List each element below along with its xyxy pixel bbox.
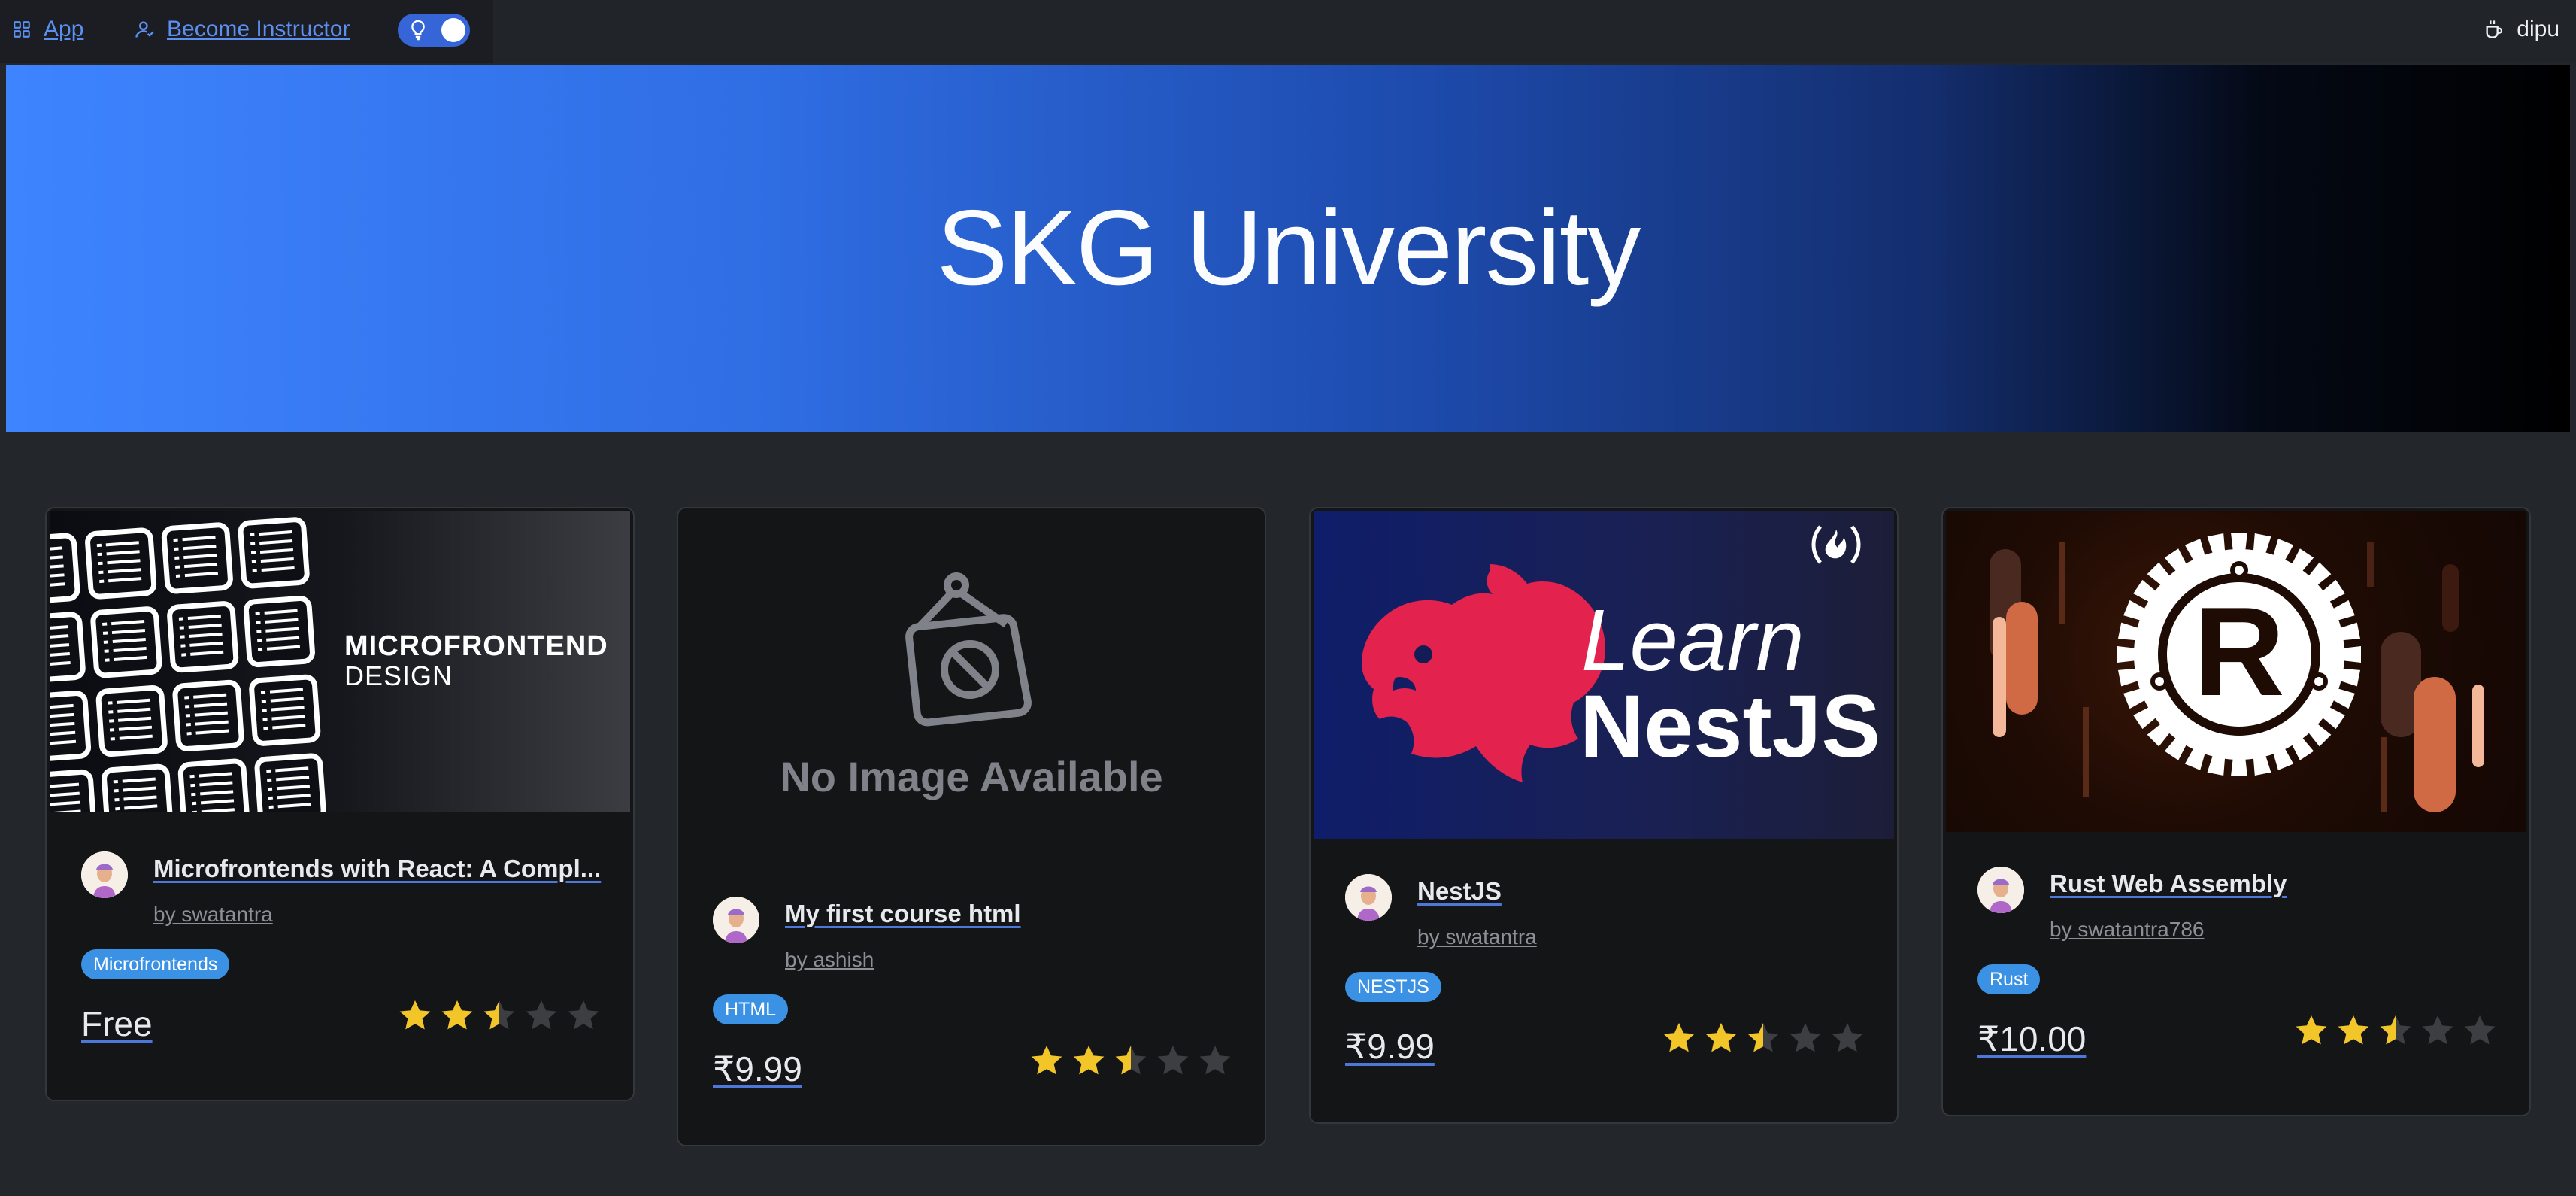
thumbnail-subheading: DESIGN xyxy=(344,660,453,691)
top-navbar: App Become Instructor dipu xyxy=(0,0,2576,63)
course-tag[interactable]: Rust xyxy=(1977,964,2041,994)
user-name: dipu xyxy=(2517,17,2559,41)
star-full-icon xyxy=(1031,1046,1062,1075)
author-avatar xyxy=(1345,874,1392,921)
author-avatar xyxy=(81,851,128,898)
star-empty-icon xyxy=(2422,1015,2453,1045)
course-thumbnail[interactable]: No Image Available xyxy=(681,511,1262,835)
star-empty-icon xyxy=(2464,1015,2496,1045)
become-instructor-link[interactable]: Become Instructor xyxy=(134,0,350,59)
star-full-icon xyxy=(2338,1015,2369,1045)
course-title-link[interactable]: Microfrontends with React: A Compl... xyxy=(153,855,601,883)
star-full-icon xyxy=(1073,1046,1105,1075)
user-icon xyxy=(135,21,154,38)
course-price[interactable]: Free xyxy=(81,1003,153,1044)
rust-logo-letter: R xyxy=(2193,581,2285,722)
author-link[interactable]: by ashish xyxy=(785,948,874,972)
author-avatar xyxy=(713,897,759,943)
course-card[interactable]: MICROFRONTEND DESIGN Microfrontends with… xyxy=(45,507,635,1101)
rating-stars xyxy=(1029,1043,1239,1079)
course-title-link[interactable]: Rust Web Assembly xyxy=(2050,870,2287,898)
star-empty-icon xyxy=(1832,1023,1863,1052)
toggle-knob xyxy=(441,18,465,42)
course-card[interactable]: Learn NestJS NestJS by swatantra NESTJS … xyxy=(1309,507,1899,1124)
course-tag[interactable]: NESTJS xyxy=(1345,972,1441,1002)
course-title-link[interactable]: My first course html xyxy=(785,900,1021,928)
avatar-illustration xyxy=(1345,874,1392,921)
grid-icon xyxy=(14,21,30,38)
star-half-icon xyxy=(1115,1046,1147,1075)
lightbulb-icon xyxy=(411,20,425,41)
author-link[interactable]: by swatantra xyxy=(1417,925,1537,949)
course-card[interactable]: No Image Available My first course html … xyxy=(677,507,1266,1146)
thumbnail-nestjs-text: NestJS xyxy=(1580,677,1881,776)
user-menu[interactable]: dipu xyxy=(2484,0,2559,59)
star-empty-icon xyxy=(1157,1046,1189,1075)
hero-banner: SKG University xyxy=(6,65,2570,432)
hero-title: SKG University xyxy=(936,188,1641,308)
rating-stars xyxy=(397,997,608,1034)
course-price[interactable]: ₹10.00 xyxy=(1977,1018,2086,1059)
star-empty-icon xyxy=(1790,1023,1821,1052)
avatar-illustration xyxy=(1977,867,2024,913)
star-empty-icon xyxy=(526,1000,557,1030)
course-tag[interactable]: HTML xyxy=(713,994,789,1024)
freecodecamp-logo-icon xyxy=(1811,525,1861,564)
star-full-icon xyxy=(399,1000,431,1030)
star-half-icon xyxy=(1747,1023,1779,1052)
star-half-icon xyxy=(483,1000,515,1030)
course-price[interactable]: ₹9.99 xyxy=(1345,1026,1435,1067)
course-thumbnail[interactable]: MICROFRONTEND DESIGN xyxy=(50,511,630,812)
rating-stars xyxy=(1661,1020,1871,1056)
star-full-icon xyxy=(1705,1023,1737,1052)
course-thumbnail[interactable]: R xyxy=(1946,511,2526,832)
author-link[interactable]: by swatantra786 xyxy=(2050,918,2204,942)
thumbnail-heading: MICROFRONTEND xyxy=(344,630,608,662)
star-empty-icon xyxy=(568,1000,599,1030)
course-card[interactable]: R Rust Web Assembly by swatantra786 Rust… xyxy=(1941,507,2531,1116)
star-empty-icon xyxy=(1199,1046,1231,1075)
avatar-illustration xyxy=(713,897,759,943)
course-title-link[interactable]: NestJS xyxy=(1417,877,1502,906)
course-price[interactable]: ₹9.99 xyxy=(713,1049,802,1089)
no-image-text: No Image Available xyxy=(780,753,1163,800)
become-instructor-label: Become Instructor xyxy=(167,17,350,41)
avatar-illustration xyxy=(81,851,128,898)
no-image-icon xyxy=(905,572,1032,727)
app-link[interactable]: App xyxy=(12,0,83,59)
theme-toggle[interactable] xyxy=(398,14,470,47)
star-full-icon xyxy=(2296,1015,2327,1045)
author-link[interactable]: by swatantra xyxy=(153,903,273,927)
star-full-icon xyxy=(1663,1023,1695,1052)
star-full-icon xyxy=(441,1000,473,1030)
coffee-cup-icon xyxy=(2486,20,2503,38)
author-avatar xyxy=(1977,867,2024,913)
course-thumbnail[interactable]: Learn NestJS xyxy=(1314,511,1894,839)
star-half-icon xyxy=(2380,1015,2411,1045)
course-tag[interactable]: Microfrontends xyxy=(81,949,230,979)
rating-stars xyxy=(2293,1012,2504,1049)
app-link-label: App xyxy=(44,17,84,41)
